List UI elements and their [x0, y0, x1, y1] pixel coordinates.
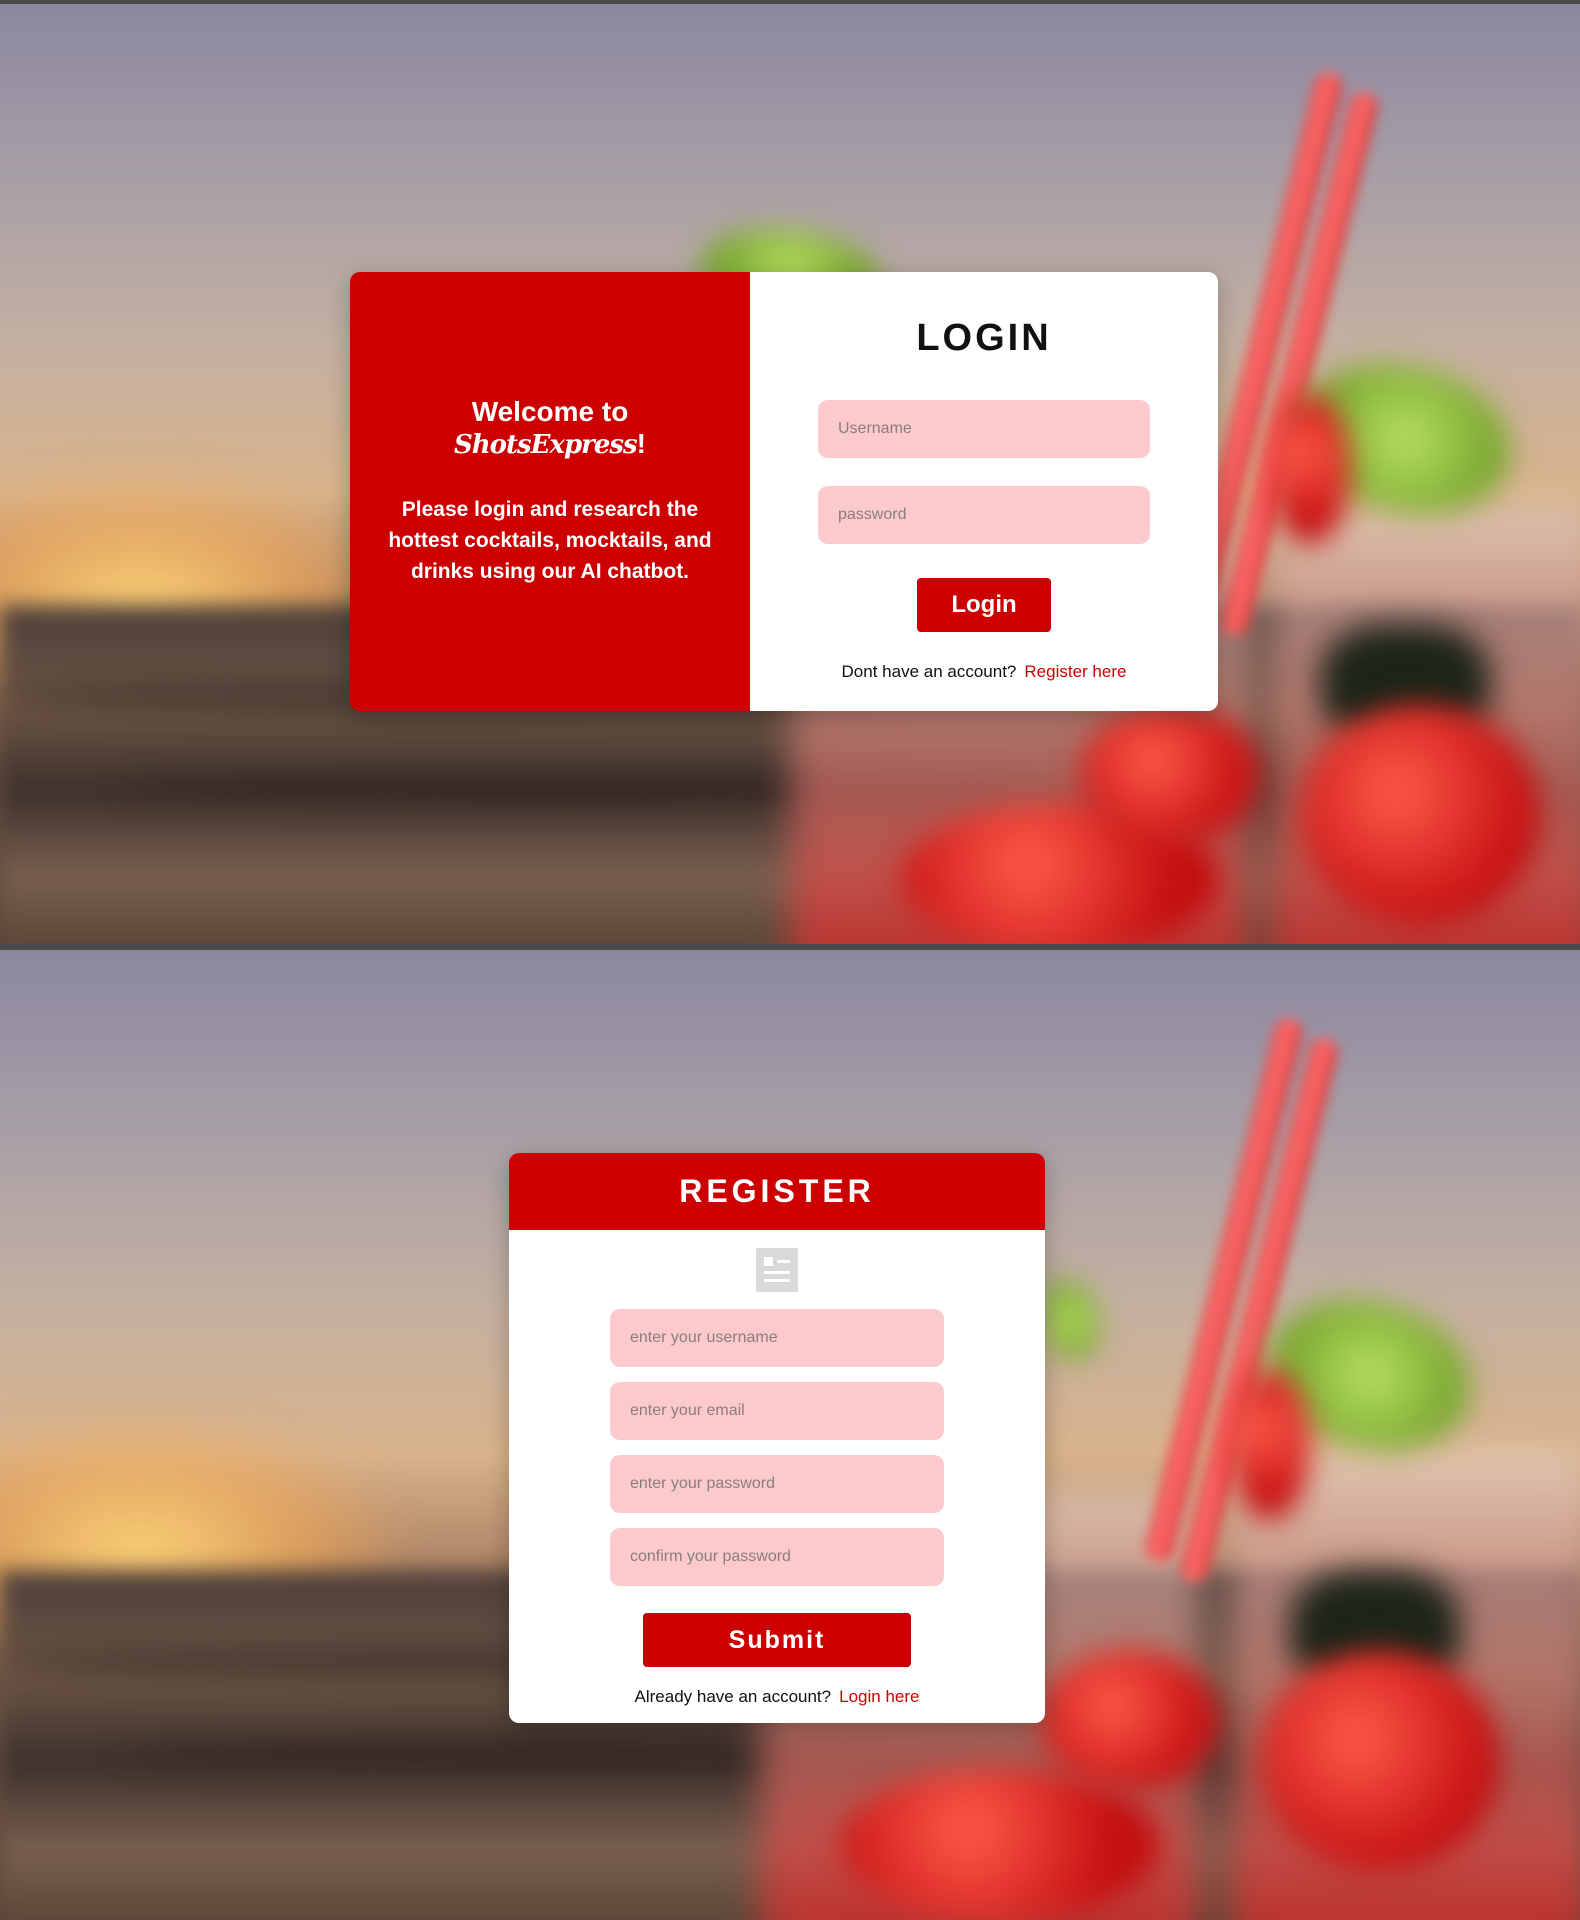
login-prompt-text: Already have an account?: [634, 1687, 832, 1706]
login-button[interactable]: Login: [917, 578, 1051, 632]
register-username-input[interactable]: [610, 1309, 944, 1367]
submit-button[interactable]: Submit: [643, 1613, 911, 1667]
register-prompt-text: Dont have an account?: [841, 662, 1017, 681]
register-confirm-password-input[interactable]: [610, 1528, 944, 1586]
register-password-input[interactable]: [610, 1455, 944, 1513]
login-card: Welcome to ShotsExpress! Please login an…: [350, 272, 1218, 711]
register-header: REGISTER: [509, 1153, 1045, 1230]
welcome-panel: Welcome to ShotsExpress! Please login an…: [350, 272, 750, 711]
welcome-heading: Welcome to ShotsExpress!: [453, 396, 646, 460]
register-screen: REGISTER Submit Already have an account?…: [0, 950, 1580, 1920]
register-card: REGISTER Submit Already have an account?…: [509, 1153, 1045, 1723]
register-email-input[interactable]: [610, 1382, 944, 1440]
login-prompt: Already have an account? Login here: [635, 1687, 920, 1707]
login-form: LOGIN Login Dont have an account? Registe…: [750, 272, 1218, 711]
login-screen: Welcome to ShotsExpress! Please login an…: [0, 4, 1580, 944]
register-link[interactable]: Register here: [1024, 662, 1126, 681]
register-prompt: Dont have an account? Register here: [842, 662, 1127, 682]
password-input[interactable]: [818, 486, 1150, 544]
form-icon: [756, 1248, 798, 1292]
brand-name: ShotsExpress: [453, 430, 638, 460]
login-link[interactable]: Login here: [839, 1687, 919, 1706]
welcome-message: Please login and research the hottest co…: [388, 498, 712, 583]
register-title: REGISTER: [679, 1173, 875, 1209]
login-title: LOGIN: [916, 317, 1052, 359]
username-input[interactable]: [818, 400, 1150, 458]
